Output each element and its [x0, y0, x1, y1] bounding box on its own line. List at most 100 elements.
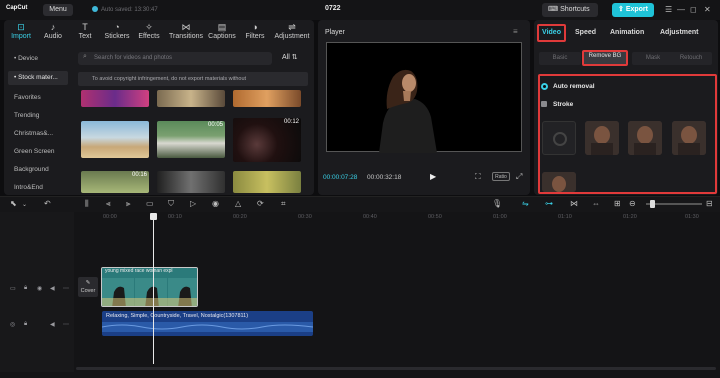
tab-adjustment-inspector[interactable]: Adjustment — [660, 29, 699, 36]
stock-thumbnail[interactable] — [157, 171, 225, 193]
tab-filters[interactable]: ◑ Filters — [240, 22, 270, 40]
tab-speed[interactable]: Speed — [575, 29, 596, 36]
sidebar-item-green-screen[interactable]: Green Screen — [8, 145, 68, 159]
delete-icon[interactable]: ▭ — [146, 199, 154, 208]
maximize-icon[interactable]: ◻ — [690, 5, 697, 14]
link-icon[interactable]: ⇋ — [522, 199, 529, 208]
undo-icon[interactable]: ↶ — [44, 199, 51, 208]
track-type-icon: ◎ — [10, 322, 16, 328]
split-icon[interactable]: ⫼ — [85, 199, 89, 209]
playhead-handle[interactable] — [150, 213, 157, 220]
tab-import[interactable]: ⊡ Import — [6, 22, 36, 40]
zoom-out-icon[interactable]: ⊖ — [629, 199, 636, 208]
stock-thumbnail[interactable]: 00:05 — [157, 121, 225, 158]
filter-dropdown[interactable]: All ⇅ — [282, 53, 298, 61]
eye-icon[interactable]: ◉ — [37, 285, 42, 292]
warning-icon[interactable]: △ — [235, 199, 241, 208]
split-left-icon[interactable]: ⫷ — [106, 199, 111, 209]
speaker-icon[interactable]: ◀ — [50, 321, 55, 328]
export-button[interactable]: ⇪ Export — [612, 3, 654, 17]
zoom-fit-icon[interactable]: ⊟ — [706, 199, 713, 208]
sidebar-item-christmas[interactable]: Christmas&... — [8, 127, 68, 141]
stock-thumbnail[interactable] — [233, 90, 301, 107]
more-icon[interactable]: ⋯ — [63, 285, 69, 292]
tab-video[interactable]: Video — [537, 24, 566, 42]
shortcuts-button[interactable]: ⌨ Shortcuts — [542, 3, 598, 17]
tab-animation[interactable]: Animation — [610, 29, 644, 36]
filters-icon: ◑ — [252, 22, 258, 32]
chevron-down-icon[interactable]: ⌄ — [22, 201, 27, 208]
sidebar-item-favorites[interactable]: Favorites — [8, 91, 68, 105]
menu-icon[interactable]: ≡ — [513, 27, 518, 36]
stock-thumbnail[interactable] — [233, 171, 301, 193]
sidebar-item-device[interactable]: • Device — [8, 52, 68, 66]
stock-thumbnail[interactable] — [81, 121, 149, 158]
tab-text[interactable]: T Text — [70, 22, 100, 40]
duration-label: 00:12 — [283, 119, 299, 125]
cover-label: Cover — [80, 288, 96, 294]
ratio-button[interactable]: Ratio — [492, 172, 510, 181]
sidebar-item-intro-end[interactable]: Intro&End — [8, 181, 68, 195]
select-cursor-icon[interactable]: ⬉ — [10, 199, 17, 208]
subtab-mask[interactable]: Mask — [632, 52, 674, 65]
menu-button[interactable]: Menu — [43, 4, 73, 16]
timeline-scrollbar[interactable] — [76, 367, 716, 370]
cover-button[interactable]: ✎ Cover — [78, 277, 98, 297]
subtab-retouch[interactable]: Retouch — [670, 52, 712, 65]
minimize-icon[interactable]: — — [677, 5, 685, 14]
crop-icon[interactable]: ⌗ — [281, 199, 286, 209]
split-right-icon[interactable]: ⫸ — [126, 199, 131, 209]
split-audio-icon[interactable]: ⇔ — [592, 199, 600, 208]
stroke-option[interactable] — [672, 121, 706, 155]
stock-thumbnail[interactable]: 00:16 — [81, 171, 149, 193]
tab-label: Stickers — [104, 33, 130, 40]
edit-icon: ✎ — [85, 280, 91, 286]
zoom-slider-handle[interactable] — [650, 200, 655, 208]
stroke-none-option[interactable] — [542, 121, 576, 155]
tab-captions[interactable]: ▤ Captions — [206, 22, 238, 40]
sidebar-item-stock-material[interactable]: • Stock mater... — [8, 71, 68, 85]
stock-thumbnail[interactable]: 00:12 — [233, 118, 301, 162]
microphone-icon[interactable]: 🎙 — [492, 199, 502, 208]
playhead[interactable] — [153, 214, 154, 364]
layout-icon[interactable]: ☰ — [665, 5, 672, 14]
stroke-option[interactable] — [585, 121, 619, 155]
project-title: 0722 — [325, 5, 341, 12]
play-range-icon[interactable]: ▷ — [190, 199, 196, 208]
tab-transitions[interactable]: ⋈ Transitions — [168, 22, 204, 40]
sidebar-item-trending[interactable]: Trending — [8, 109, 68, 123]
subtab-basic[interactable]: Basic — [539, 52, 581, 65]
stock-thumbnail[interactable] — [81, 90, 149, 107]
track-type-icon: ▭ — [10, 286, 16, 292]
stroke-option[interactable] — [628, 121, 662, 155]
sidebar-item-background[interactable]: Background — [8, 163, 68, 177]
close-icon[interactable]: ✕ — [704, 5, 711, 14]
search-input[interactable]: Search for videos and photos — [78, 52, 272, 65]
tab-audio[interactable]: ♪ Audio — [38, 22, 68, 40]
tab-stickers[interactable]: ◔ Stickers — [102, 22, 132, 40]
preview-axis-icon[interactable]: ⊞ — [614, 199, 621, 208]
audio-clip-label: Relaxing, Simple, Countryside, Travel, N… — [106, 313, 249, 319]
fit-frame-icon[interactable]: ⛶ — [475, 172, 481, 182]
tab-effects[interactable]: ✧ Effects — [134, 22, 164, 40]
tab-adjustment[interactable]: ⇌ Adjustment — [272, 22, 312, 40]
rotate-icon[interactable]: ⟳ — [257, 199, 264, 208]
stroke-option[interactable] — [542, 172, 576, 192]
stock-thumbnail[interactable] — [157, 90, 225, 107]
freeze-icon[interactable]: ◉ — [212, 199, 219, 208]
stroke-checkbox[interactable] — [541, 101, 547, 107]
subtab-remove-bg[interactable]: Remove BG — [582, 50, 628, 66]
more-icon[interactable]: ⋯ — [63, 321, 69, 328]
lock-icon[interactable]: 🔒︎ — [24, 321, 27, 328]
snap-icon[interactable]: ⊶ — [545, 199, 553, 208]
lock-icon[interactable]: 🔒︎ — [24, 285, 27, 292]
shield-icon[interactable]: ⛉ — [168, 199, 174, 209]
auto-removal-toggle[interactable] — [541, 83, 548, 90]
fullscreen-icon[interactable]: ⤢ — [516, 172, 522, 182]
speaker-icon[interactable]: ◀ — [50, 285, 55, 292]
magnet-icon[interactable]: ⋈ — [570, 199, 578, 208]
play-icon[interactable]: ▶ — [430, 172, 436, 181]
app-logo: CapCut — [6, 5, 28, 11]
stroke-preview-image — [672, 121, 706, 155]
preview-screen[interactable] — [326, 42, 522, 153]
